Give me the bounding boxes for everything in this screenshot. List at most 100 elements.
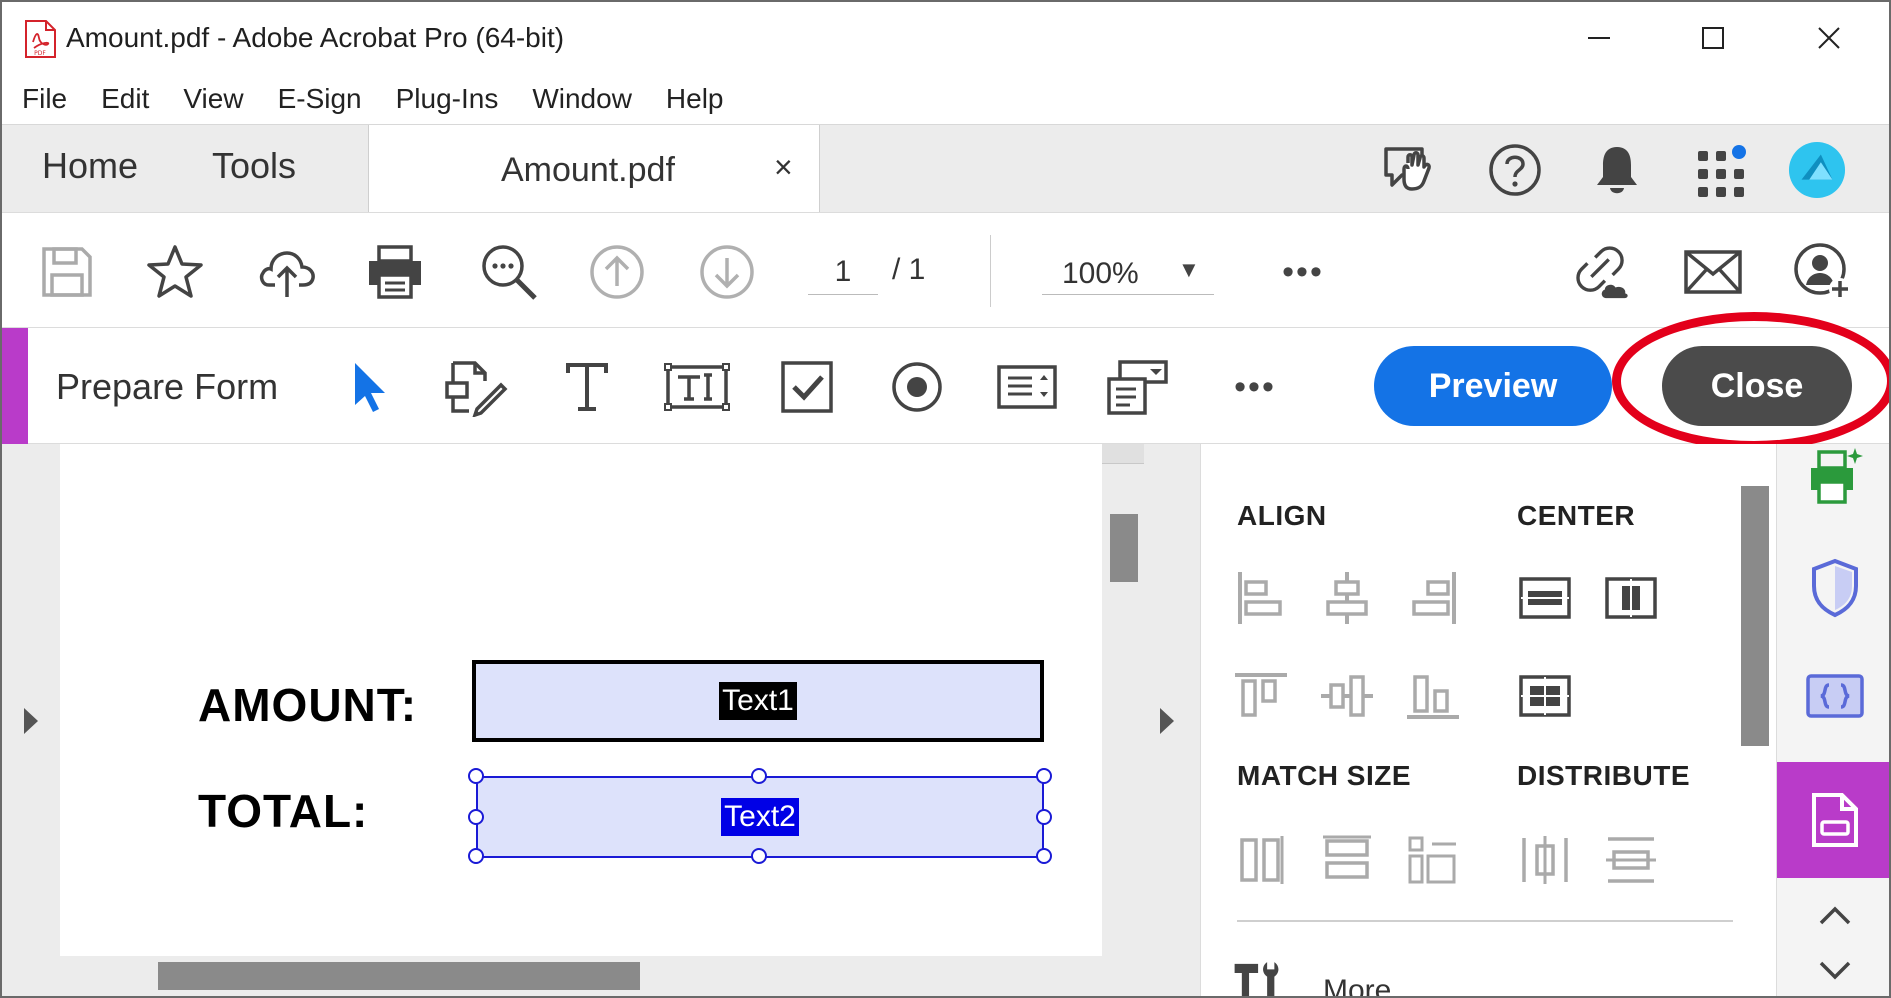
- center-both-button[interactable]: [1517, 668, 1573, 724]
- align-top-button[interactable]: [1233, 668, 1289, 724]
- align-heading: ALIGN: [1237, 500, 1327, 531]
- maximize-button[interactable]: [1668, 14, 1758, 62]
- menu-edit[interactable]: Edit: [101, 83, 149, 115]
- notifications-button[interactable]: [1588, 141, 1646, 199]
- window-title: Amount.pdf - Adobe Acrobat Pro (64-bit): [66, 22, 565, 53]
- user-avatar[interactable]: [1788, 141, 1846, 199]
- resize-handle-se[interactable]: [1036, 848, 1052, 864]
- panel-scroll-thumb[interactable]: [1741, 486, 1769, 746]
- checkbox-icon: [781, 361, 833, 413]
- align-bottom-button[interactable]: [1405, 668, 1461, 724]
- text-tool-button[interactable]: [554, 354, 620, 420]
- preview-button[interactable]: Preview: [1374, 346, 1612, 426]
- collapse-right-panel-icon[interactable]: [1158, 706, 1176, 736]
- list-box-tool-button[interactable]: [994, 354, 1060, 420]
- radio-tool-button[interactable]: [884, 354, 950, 420]
- checkbox-tool-button[interactable]: [774, 354, 840, 420]
- add-user-button[interactable]: [1792, 241, 1854, 303]
- tab-bar: Home Tools Amount.pdf ×: [2, 124, 1889, 214]
- find-button[interactable]: [478, 241, 540, 303]
- next-page-button[interactable]: [696, 241, 758, 303]
- share-link-button[interactable]: [1570, 241, 1632, 303]
- align-middle-button[interactable]: [1319, 668, 1375, 724]
- resize-handle-w[interactable]: [468, 809, 484, 825]
- expand-left-panel-icon[interactable]: [22, 706, 40, 736]
- menu-help[interactable]: Help: [666, 83, 724, 115]
- tab-home[interactable]: Home: [42, 145, 138, 187]
- share-review-button[interactable]: [1382, 141, 1440, 199]
- edit-field-button[interactable]: [444, 354, 510, 420]
- horizontal-scroll-thumb[interactable]: [158, 962, 640, 990]
- tab-document[interactable]: Amount.pdf ×: [368, 125, 820, 214]
- close-icon: [1818, 27, 1840, 49]
- align-top-icon: [1235, 673, 1287, 717]
- resize-handle-n[interactable]: [751, 768, 767, 784]
- vertical-scrollbar[interactable]: [1102, 444, 1144, 996]
- center-vertical-button[interactable]: [1603, 570, 1659, 626]
- toolbar-more-button[interactable]: •••: [1272, 241, 1334, 303]
- print-button[interactable]: [364, 241, 426, 303]
- print-production-tool[interactable]: [1803, 444, 1867, 508]
- menu-esign[interactable]: E-Sign: [278, 83, 362, 115]
- tab-tools[interactable]: Tools: [212, 145, 296, 187]
- resize-handle-ne[interactable]: [1036, 768, 1052, 784]
- center-heading: CENTER: [1517, 500, 1636, 531]
- protect-tool[interactable]: [1803, 556, 1867, 620]
- match-width-button[interactable]: [1233, 832, 1289, 888]
- menu-window[interactable]: Window: [532, 83, 632, 115]
- align-left-button[interactable]: [1233, 570, 1289, 626]
- distribute-vertical-button[interactable]: [1603, 832, 1659, 888]
- email-button[interactable]: [1682, 241, 1744, 303]
- form-field-text1[interactable]: Text1: [472, 660, 1044, 742]
- text-field-button[interactable]: [664, 354, 730, 420]
- page-total: / 1: [892, 253, 926, 286]
- center-horizontal-button[interactable]: [1517, 570, 1573, 626]
- align-right-button[interactable]: [1405, 570, 1461, 626]
- menu-view[interactable]: View: [183, 83, 243, 115]
- resize-handle-sw[interactable]: [468, 848, 484, 864]
- resize-handle-e[interactable]: [1036, 809, 1052, 825]
- bookmark-button[interactable]: [144, 241, 206, 303]
- distribute-horizontal-button[interactable]: [1517, 832, 1573, 888]
- menu-file[interactable]: File: [22, 83, 67, 115]
- more-dots-icon: •••: [1282, 252, 1324, 291]
- select-tool-button[interactable]: [336, 354, 402, 420]
- vertical-scroll-thumb[interactable]: [1110, 514, 1138, 582]
- tab-document-label: Amount.pdf: [501, 151, 675, 189]
- tab-close-button[interactable]: ×: [774, 149, 793, 186]
- page-number-input[interactable]: 1: [808, 249, 878, 295]
- apps-button[interactable]: [1692, 141, 1750, 199]
- prepare-form-more-button[interactable]: •••: [1222, 354, 1288, 420]
- help-button[interactable]: [1486, 141, 1544, 199]
- match-both-button[interactable]: [1405, 832, 1461, 888]
- resize-handle-nw[interactable]: [468, 768, 484, 784]
- menu-plugins[interactable]: Plug-Ins: [396, 83, 499, 115]
- resize-handle-s[interactable]: [751, 848, 767, 864]
- menu-bar: File Edit View E-Sign Plug-Ins Window He…: [2, 76, 1889, 122]
- right-tool-rail: [1776, 444, 1889, 996]
- more-tools-button[interactable]: [1231, 954, 1287, 996]
- horizontal-scrollbar[interactable]: [60, 956, 1102, 996]
- align-right-icon: [1412, 572, 1456, 624]
- match-height-button[interactable]: [1319, 832, 1375, 888]
- avatar-icon: [1788, 141, 1846, 199]
- align-center-horizontal-button[interactable]: [1319, 570, 1375, 626]
- cloud-upload-icon: [259, 251, 315, 297]
- minimize-button[interactable]: [1554, 14, 1644, 62]
- javascript-tool[interactable]: [1803, 664, 1867, 728]
- window-close-button[interactable]: [1784, 14, 1874, 62]
- zoom-select[interactable]: 100% ▼: [1042, 249, 1214, 295]
- chevron-up-icon: [1819, 906, 1851, 925]
- scroll-tools-down-button[interactable]: [1803, 938, 1867, 996]
- more-label[interactable]: More: [1323, 974, 1391, 996]
- save-icon: [42, 247, 92, 297]
- center-vertical-icon: [1605, 577, 1657, 619]
- center-horizontal-icon: [1519, 577, 1571, 619]
- align-middle-icon: [1321, 675, 1373, 717]
- previous-page-button[interactable]: [586, 241, 648, 303]
- main-toolbar: 1 / 1 100% ▼ •••: [2, 212, 1889, 328]
- dropdown-tool-button[interactable]: [1104, 354, 1170, 420]
- save-button[interactable]: [36, 241, 98, 303]
- upload-cloud-button[interactable]: [256, 241, 318, 303]
- form-field-text2[interactable]: Text2: [476, 776, 1044, 858]
